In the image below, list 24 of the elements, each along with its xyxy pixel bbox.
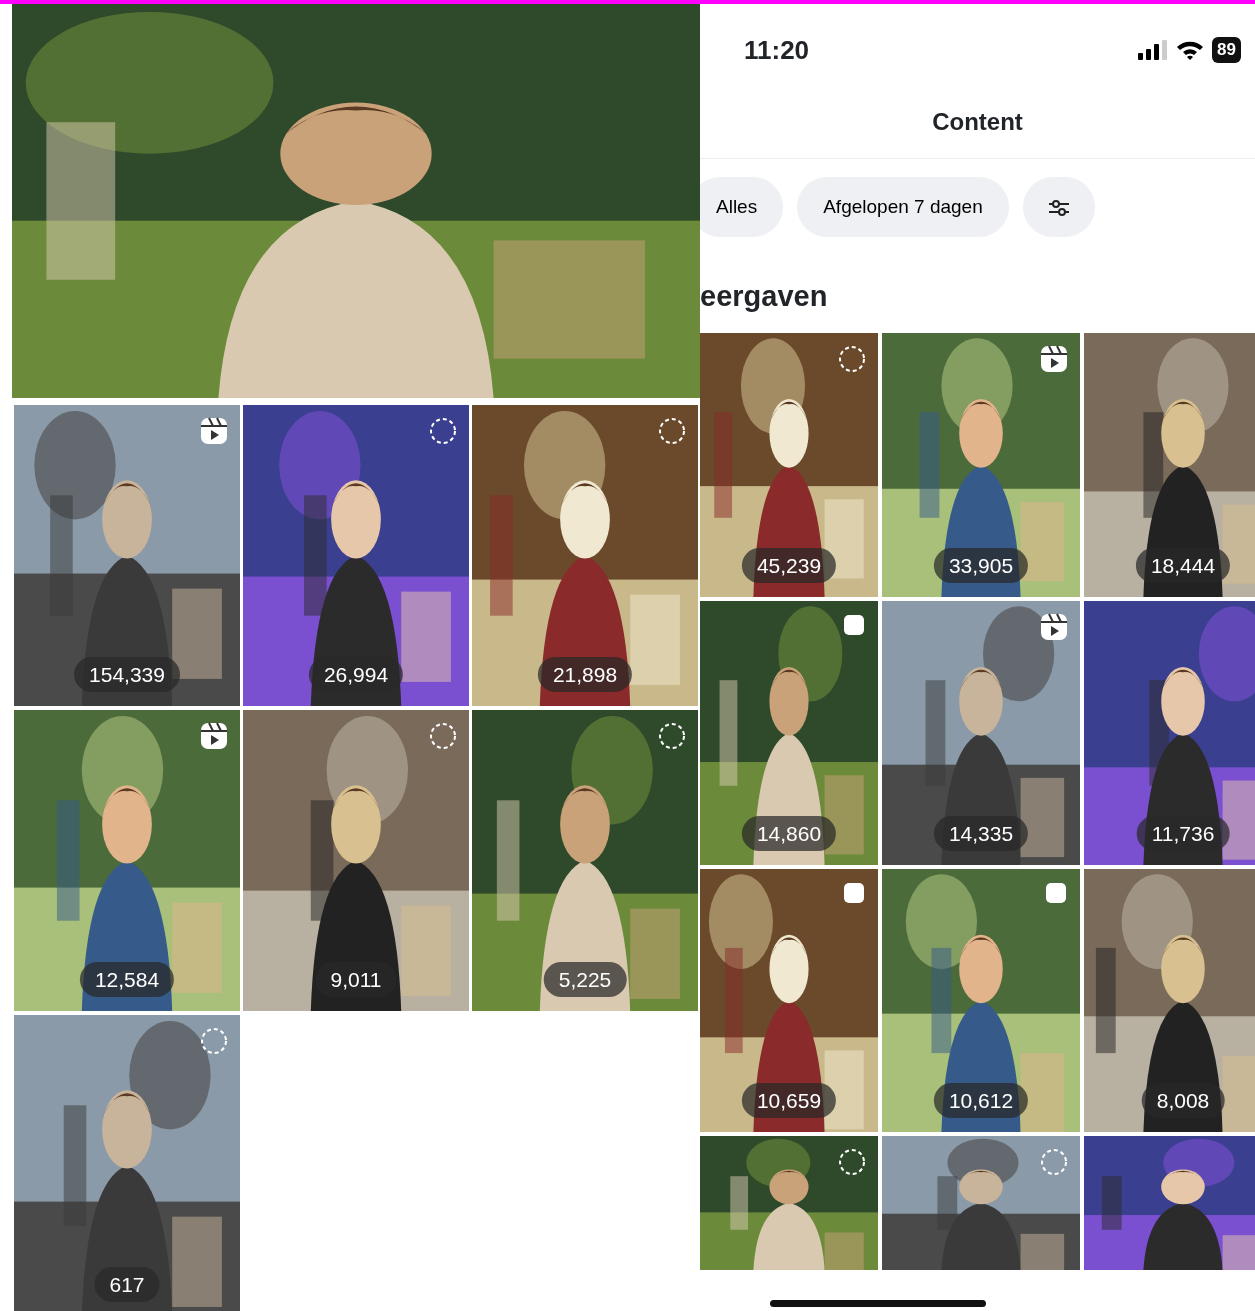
carousel-icon [842,881,866,905]
page-title: Content [700,96,1255,159]
carousel-icon [842,613,866,637]
filter-chip[interactable]: Alles [700,177,784,237]
sliders-icon [1046,197,1071,218]
section-heading: eergaven [700,279,829,314]
reel-icon [1040,345,1068,373]
reel-icon [1040,613,1068,641]
loading-icon [200,1027,228,1055]
reel-icon [200,417,228,445]
wifi-icon [1176,40,1205,60]
loading-icon [658,722,686,750]
carousel-icon [1044,881,1068,905]
loading-icon [1040,1148,1068,1176]
loading-icon [429,722,457,750]
filter-chip[interactable]: Afgelopen 7 dagen [797,177,1009,237]
status-time: 11:20 [744,33,810,67]
loading-icon [838,345,866,373]
loading-icon [429,417,457,445]
battery-indicator: 89 [1212,37,1241,63]
loading-icon [658,417,686,445]
loading-icon [838,1148,866,1176]
signal-icon [1138,40,1169,60]
reel-icon [200,722,228,750]
